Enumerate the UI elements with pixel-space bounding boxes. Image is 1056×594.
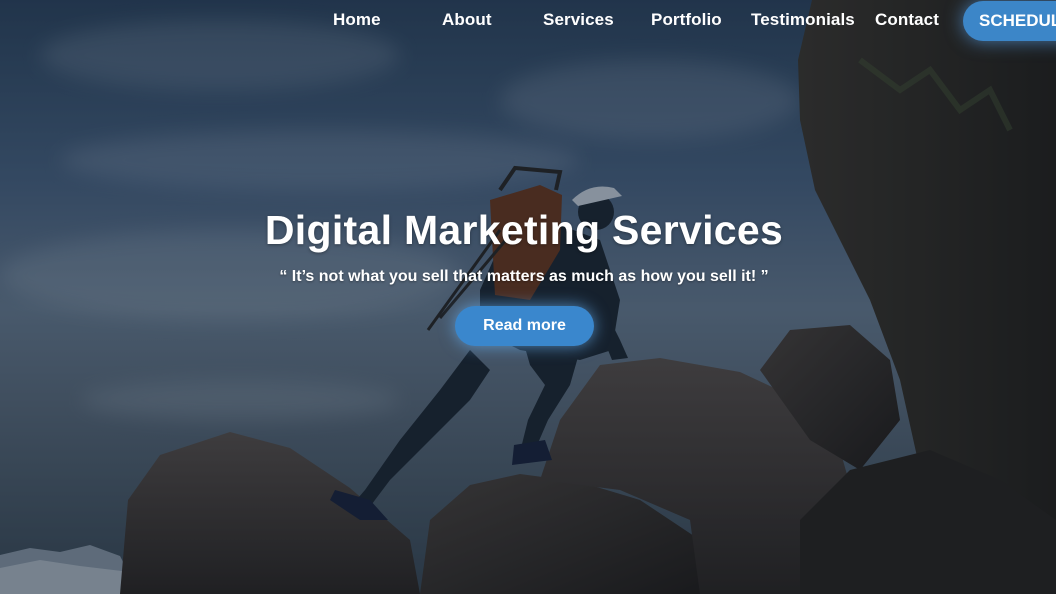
nav-item-contact[interactable]: Contact: [875, 10, 939, 30]
schedule-button[interactable]: SCHEDULE: [963, 1, 1056, 41]
top-navigation: Home About Services Portfolio Testimonia…: [0, 0, 1056, 42]
hero-section: Home About Services Portfolio Testimonia…: [0, 0, 1056, 594]
nav-item-services[interactable]: Services: [543, 10, 614, 30]
read-more-button[interactable]: Read more: [455, 306, 594, 346]
hero-quote: “ It’s not what you sell that matters as…: [279, 268, 769, 285]
nav-item-home[interactable]: Home: [333, 10, 381, 30]
nav-item-portfolio[interactable]: Portfolio: [651, 10, 722, 30]
nav-item-about[interactable]: About: [442, 10, 492, 30]
hero-dark-overlay: [0, 0, 1056, 594]
nav-item-testimonials[interactable]: Testimonials: [751, 10, 855, 30]
hero-title: Digital Marketing Services: [264, 207, 784, 253]
